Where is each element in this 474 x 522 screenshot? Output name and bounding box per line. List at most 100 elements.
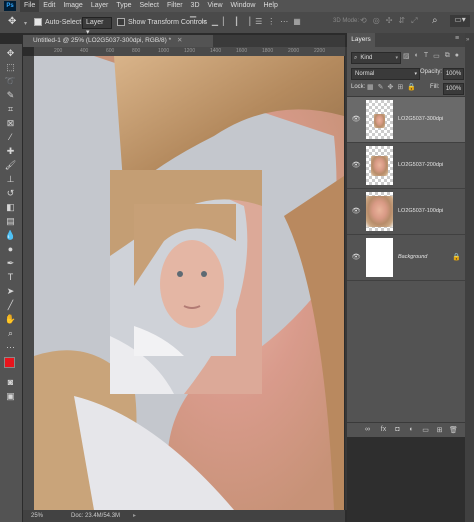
blur-tool-icon[interactable]: 💧 — [3, 228, 18, 242]
3d-drag-icon[interactable]: ✣ — [386, 16, 393, 26]
pen-tool-icon[interactable]: ✒ — [3, 256, 18, 270]
3d-roll-icon[interactable]: ◎ — [373, 16, 380, 26]
layer-row-background[interactable]: 👁 Background 🔒 — [347, 235, 465, 281]
layer-row-100dpi[interactable]: 👁 LO2G5037-100dpi — [347, 189, 465, 235]
healing-brush-icon[interactable]: ✚ — [3, 144, 18, 158]
status-menu-arrow-icon[interactable]: ▸ — [133, 510, 136, 522]
visibility-eye-icon[interactable]: 👁 — [352, 207, 361, 215]
opacity-input[interactable]: 100% — [443, 68, 464, 80]
eyedropper-icon[interactable]: ⁄ — [3, 130, 18, 144]
filter-type-icon[interactable]: T — [424, 52, 428, 60]
add-mask-icon[interactable]: ◘ — [393, 425, 402, 434]
dodge-tool-icon[interactable]: ● — [3, 242, 18, 256]
filter-toggle-icon[interactable]: ● — [455, 52, 459, 60]
3d-scale-icon[interactable]: ⤢ — [411, 16, 417, 26]
menu-file[interactable]: File — [20, 0, 40, 12]
layer-style-icon[interactable]: fx — [379, 425, 388, 434]
type-tool-icon[interactable]: T — [3, 270, 18, 284]
menu-layer[interactable]: Layer — [87, 0, 113, 12]
document-canvas[interactable] — [34, 56, 344, 510]
visibility-eye-icon[interactable]: 👁 — [352, 115, 361, 123]
move-tool-icon[interactable]: ✥ — [8, 16, 16, 27]
brush-tool-icon[interactable]: 🖌 — [3, 158, 18, 172]
filter-shape-icon[interactable]: ▭ — [433, 52, 440, 60]
adjustment-layer-icon[interactable]: ◐ — [407, 425, 416, 434]
filter-adjust-icon[interactable]: ◐ — [415, 52, 419, 60]
new-layer-icon[interactable]: ⊞ — [435, 425, 444, 434]
align-left-icon[interactable]: ▏ — [223, 17, 229, 26]
history-brush-icon[interactable]: ↺ — [3, 186, 18, 200]
eraser-tool-icon[interactable]: ◧ — [3, 200, 18, 214]
line-tool-icon[interactable]: ╱ — [3, 298, 18, 312]
lock-icon: 🔒 — [452, 254, 461, 261]
lock-pixels-icon[interactable]: ▦ — [367, 83, 374, 91]
layer-row-200dpi[interactable]: 👁 LO2G5037-200dpi — [347, 143, 465, 189]
distribute-icon[interactable]: ☰ — [255, 17, 262, 26]
panel-menu-icon[interactable]: ≡ — [455, 35, 459, 42]
menu-view[interactable]: View — [204, 0, 227, 12]
zoom-tool-icon[interactable]: ⌕ — [3, 326, 18, 340]
crop-tool-icon[interactable]: ⌗ — [3, 102, 18, 116]
menu-filter[interactable]: Filter — [163, 0, 187, 12]
hand-tool-icon[interactable]: ✋ — [3, 312, 18, 326]
filter-pixel-icon[interactable]: ▨ — [403, 52, 410, 60]
search-icon[interactable]: ⌕ — [432, 15, 446, 27]
path-selection-icon[interactable]: ➤ — [3, 284, 18, 298]
align-right-icon[interactable]: ▕ — [244, 17, 250, 26]
quick-mask-icon[interactable]: ◙ — [3, 375, 18, 389]
close-tab-icon[interactable]: ✕ — [177, 37, 182, 44]
new-group-icon[interactable]: ▭ — [421, 425, 430, 434]
auto-select-target-dropdown[interactable]: Layer ▾ — [82, 17, 112, 36]
layer-name[interactable]: LO2G5037-300dpi — [398, 116, 443, 122]
frame-tool-icon[interactable]: ⊠ — [3, 116, 18, 130]
align-middle-icon[interactable]: ═ — [201, 17, 207, 26]
align-center-icon[interactable]: ┃ — [234, 17, 239, 26]
auto-align-icon[interactable]: ▦ — [293, 17, 301, 26]
align-top-icon[interactable]: ▔ — [190, 17, 196, 26]
auto-select-checkbox[interactable] — [34, 18, 42, 26]
menu-type[interactable]: Type — [112, 0, 135, 12]
blend-mode-dropdown[interactable]: Normal ▾ — [351, 68, 420, 80]
show-transform-checkbox[interactable] — [117, 18, 125, 26]
layer-name[interactable]: LO2G5037-100dpi — [398, 208, 443, 214]
gradient-tool-icon[interactable]: ▤ — [3, 214, 18, 228]
layer-row-300dpi[interactable]: 👁 LO2G5037-300dpi — [347, 97, 465, 143]
align-bottom-icon[interactable]: ▁ — [212, 17, 218, 26]
zoom-level[interactable]: 25% — [31, 510, 43, 522]
layer-filter-dropdown[interactable]: ⌕ Kind ▾ — [351, 52, 401, 64]
move-tool-icon[interactable]: ✥ — [3, 46, 18, 60]
lock-artboard-icon[interactable]: ⊞ — [397, 83, 403, 91]
delete-layer-icon[interactable]: 🗑 — [449, 425, 458, 434]
distribute-v-icon[interactable]: ⋯ — [280, 17, 288, 26]
lock-paint-icon[interactable]: ✎ — [378, 83, 384, 91]
lock-position-icon[interactable]: ✥ — [388, 83, 394, 91]
fill-input[interactable]: 100% — [443, 83, 464, 95]
layer-name[interactable]: Background — [398, 254, 427, 260]
rectangular-marquee-icon[interactable]: ⬚ — [3, 60, 18, 74]
distribute-h-icon[interactable]: ⋮ — [267, 17, 275, 26]
menu-window[interactable]: Window — [227, 0, 260, 12]
quick-selection-icon[interactable]: ✎ — [3, 88, 18, 102]
collapse-panels-icon[interactable]: » — [466, 37, 469, 43]
menu-select[interactable]: Select — [136, 0, 163, 12]
menu-help[interactable]: Help — [259, 0, 281, 12]
clone-stamp-icon[interactable]: ⊥ — [3, 172, 18, 186]
menu-image[interactable]: Image — [59, 0, 86, 12]
menu-edit[interactable]: Edit — [39, 0, 59, 12]
link-layers-icon[interactable]: ∞ — [363, 425, 372, 434]
3d-slide-icon[interactable]: ⇵ — [398, 16, 405, 26]
lock-all-icon[interactable]: 🔒 — [407, 83, 416, 91]
filter-smart-icon[interactable]: ⧉ — [445, 52, 450, 60]
visibility-eye-icon[interactable]: 👁 — [352, 253, 361, 261]
foreground-color-swatch[interactable] — [4, 357, 15, 368]
3d-rotate-icon[interactable]: ⟲ — [360, 16, 367, 26]
workspace-switcher-icon[interactable]: ▭▾ — [450, 15, 470, 27]
menu-3d[interactable]: 3D — [187, 0, 204, 12]
screen-mode-icon[interactable]: ▣ — [3, 389, 18, 403]
dropdown-arrow-icon[interactable]: ▾ — [24, 20, 27, 27]
lasso-tool-icon[interactable]: ➰ — [3, 74, 18, 88]
more-tools-icon[interactable]: ··· — [3, 340, 18, 354]
layer-name[interactable]: LO2G5037-200dpi — [398, 162, 443, 168]
visibility-eye-icon[interactable]: 👁 — [352, 161, 361, 169]
document-tab[interactable]: Untitled-1 @ 25% (LO2G5037-300dpi, RGB/8… — [23, 35, 213, 47]
